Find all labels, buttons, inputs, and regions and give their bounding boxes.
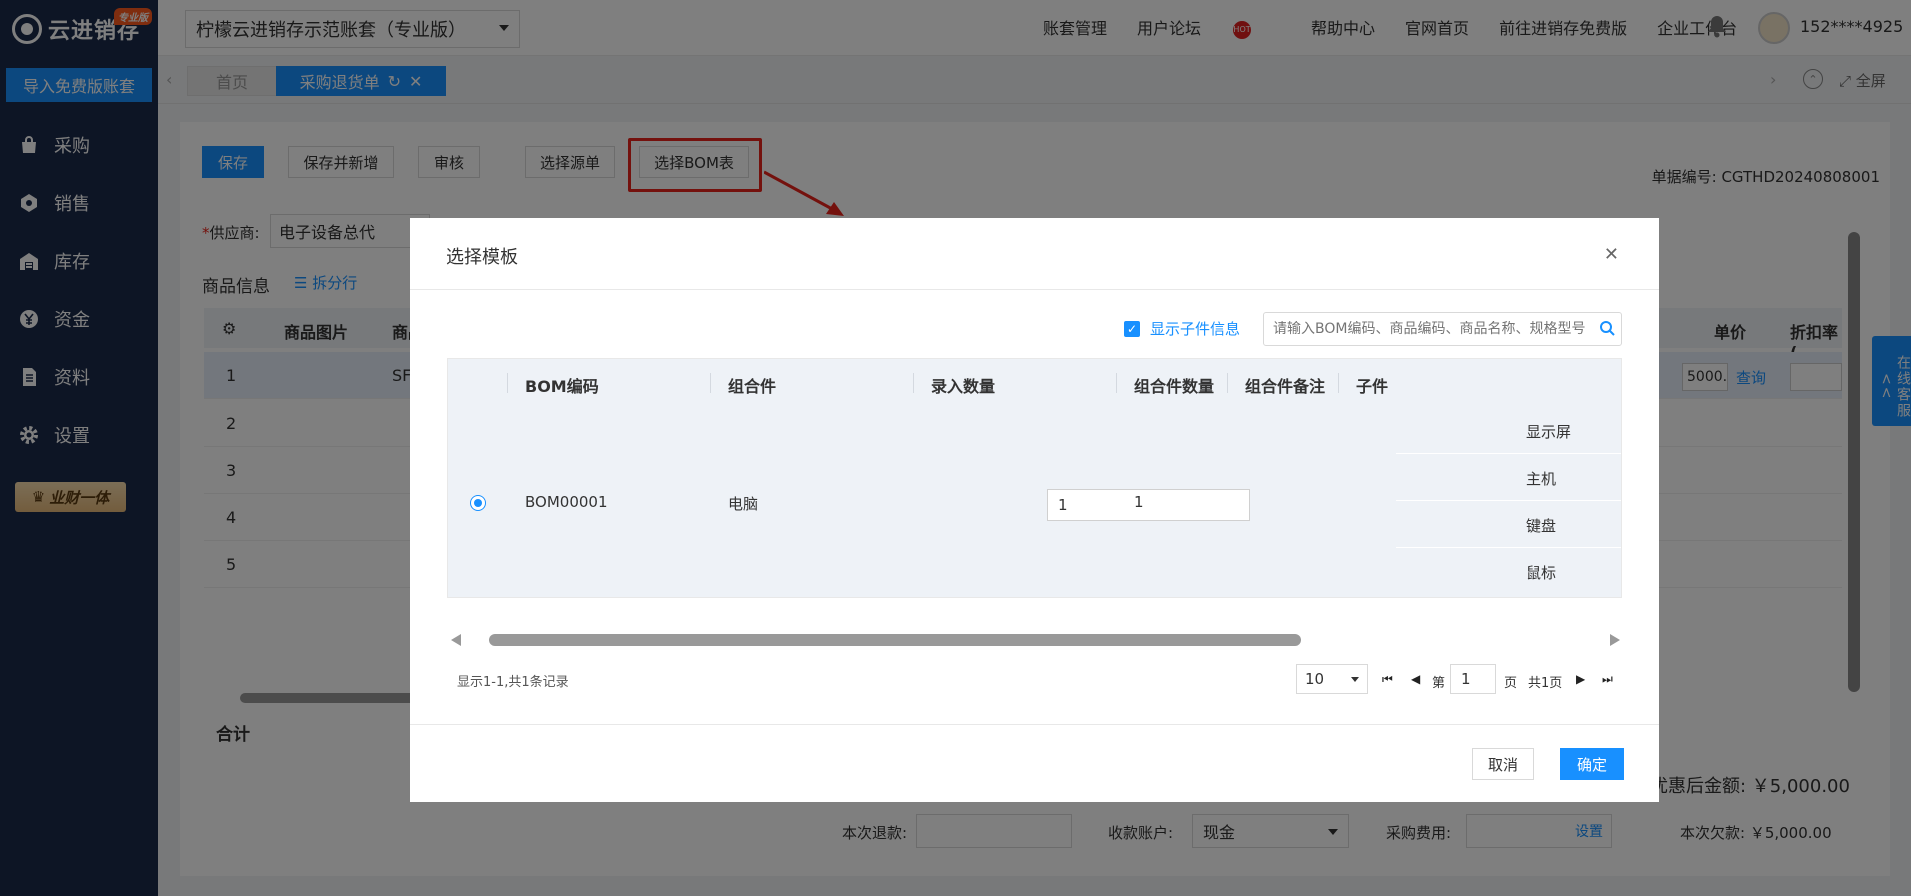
search-icon[interactable] — [1599, 320, 1615, 336]
chevron-down-icon — [1351, 677, 1359, 682]
pager-info: 显示1-1,共1条记录 — [457, 675, 569, 690]
bom-table-header: BOM编码 组合件 录入数量 组合件数量 组合件备注 子件 — [448, 359, 1621, 407]
column-header: 子件 — [1356, 377, 1389, 396]
total-pages: 共1页 — [1528, 676, 1563, 691]
dialog-title: 选择模板 — [446, 247, 518, 268]
scroll-right-icon[interactable] — [1610, 634, 1620, 646]
search-input[interactable] — [1273, 321, 1593, 337]
scrollbar-thumb[interactable] — [489, 634, 1301, 646]
assembly-quantity: 1 — [1134, 493, 1144, 511]
child-item-name: 显示屏 — [1526, 423, 1572, 441]
row-radio[interactable] — [470, 495, 486, 511]
page-size-value: 10 — [1305, 670, 1325, 688]
child-item: 鼠标 — [1396, 548, 1621, 595]
table-row[interactable]: BOM00001 电脑 1 1 显示屏 主机 键盘 鼠标 — [448, 407, 1621, 597]
entry-quantity-input[interactable]: 1 — [1047, 489, 1250, 521]
child-item: 键盘 — [1396, 501, 1621, 548]
next-page-icon[interactable]: ▶ — [1576, 672, 1585, 686]
child-item-name: 键盘 — [1526, 517, 1557, 535]
assembly-name: 电脑 — [728, 495, 759, 513]
bom-search[interactable] — [1263, 312, 1622, 346]
show-child-checkbox[interactable]: ✓ 显示子件信息 — [1124, 318, 1240, 339]
page-prefix: 第 — [1432, 676, 1446, 691]
child-item: 主机 — [1396, 454, 1621, 501]
scroll-left-icon[interactable] — [451, 634, 461, 646]
close-icon[interactable]: ✕ — [1604, 244, 1619, 265]
column-header: 组合件 — [728, 377, 777, 396]
bom-table: BOM编码 组合件 录入数量 组合件数量 组合件备注 子件 BOM00001 电… — [447, 358, 1622, 598]
page-suffix: 页 — [1504, 676, 1518, 691]
select-template-dialog: 选择模板 ✕ ✓ 显示子件信息 BOM编码 组合件 录入数量 组合件数量 组合件… — [410, 218, 1659, 802]
check-icon: ✓ — [1124, 320, 1140, 337]
page-size-select[interactable]: 10 — [1296, 664, 1368, 694]
column-header: BOM编码 — [525, 377, 599, 396]
child-item-name: 鼠标 — [1526, 564, 1557, 582]
column-header: 组合件数量 — [1134, 377, 1215, 396]
column-header: 组合件备注 — [1245, 377, 1326, 396]
bom-table-horizontal-scrollbar[interactable] — [449, 634, 1622, 646]
first-page-icon[interactable]: ⏮ — [1382, 672, 1393, 687]
show-child-label: 显示子件信息 — [1150, 320, 1241, 338]
last-page-icon[interactable]: ⏭ — [1602, 672, 1613, 687]
confirm-button[interactable]: 确定 — [1560, 748, 1624, 780]
bom-code: BOM00001 — [525, 493, 608, 511]
page-number-input[interactable]: 1 — [1450, 664, 1496, 694]
cancel-button[interactable]: 取消 — [1472, 748, 1534, 780]
child-item: 显示屏 — [1396, 407, 1621, 454]
dialog-header: 选择模板 ✕ — [410, 218, 1659, 290]
child-item-name: 主机 — [1526, 470, 1557, 488]
prev-page-icon[interactable]: ◀ — [1411, 672, 1420, 686]
column-header: 录入数量 — [931, 377, 996, 396]
